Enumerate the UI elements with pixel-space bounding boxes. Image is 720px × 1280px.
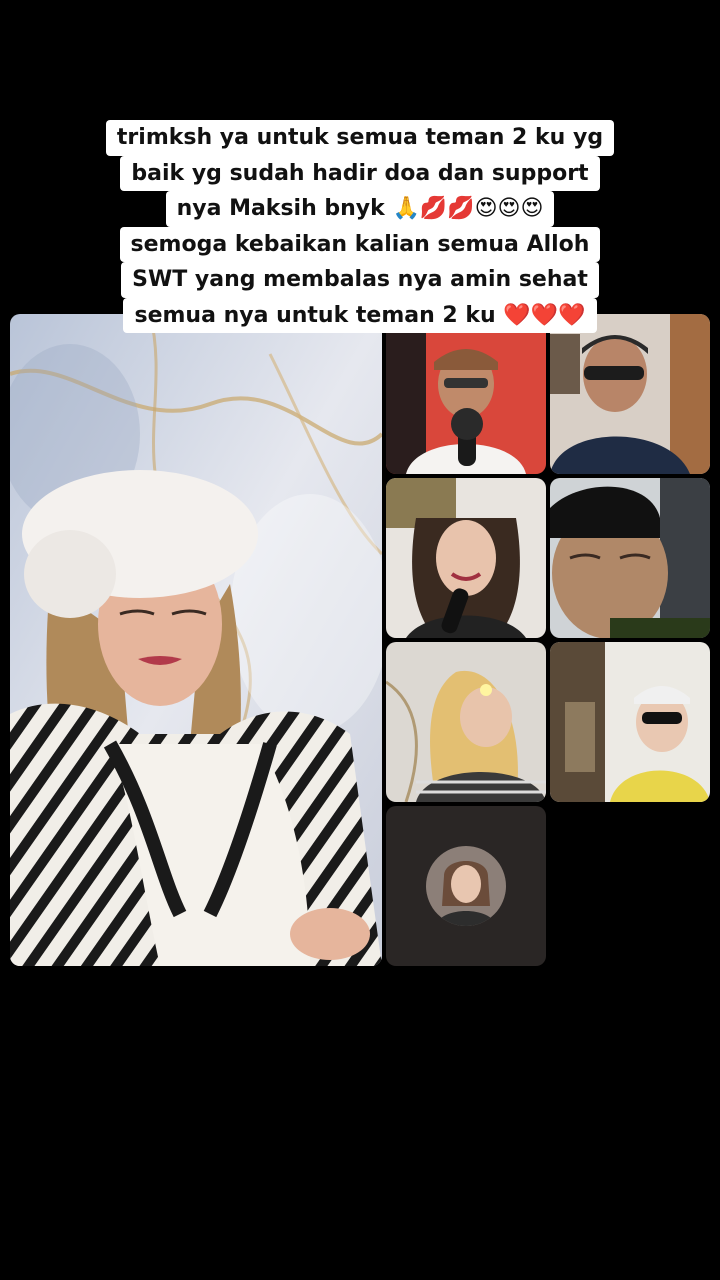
guest-video-tile-4[interactable] [550, 478, 710, 638]
guest-audio-tile[interactable] [386, 806, 546, 966]
host-video-feed [10, 314, 382, 966]
guest-video-tile-3[interactable] [386, 478, 546, 638]
guest-video-tile-1[interactable] [386, 314, 546, 474]
host-video-tile[interactable] [10, 314, 382, 966]
guest-video-tile-2[interactable] [550, 314, 710, 474]
guest-video-tile-5[interactable] [386, 642, 546, 802]
guest-2-video-feed [550, 314, 710, 474]
caption-overlay: trimksh ya untuk semua teman 2 ku yg bai… [0, 120, 720, 333]
guest-4-video-feed [550, 478, 710, 638]
caption-line-5: SWT yang membalas nya amin sehat [121, 262, 599, 298]
caption-line-2: baik yg sudah hadir doa dan support [120, 155, 600, 191]
guest-video-tile-6[interactable] [550, 642, 710, 802]
guest-5-video-feed [386, 642, 546, 802]
caption-line-6: semua nya untuk teman 2 ku ❤️❤️❤️ [123, 297, 597, 333]
guest-3-video-feed [386, 478, 546, 638]
caption-line-3: nya Maksih bnyk 🙏💋💋😍😍😍 [165, 191, 555, 227]
caption-line-1: trimksh ya untuk semua teman 2 ku yg [105, 120, 615, 156]
caption-line-4: semoga kebaikan kalian semua Alloh [119, 226, 601, 262]
guest-1-video-feed [386, 314, 546, 474]
avatar-icon [426, 846, 506, 926]
guest-6-video-feed [550, 642, 710, 802]
